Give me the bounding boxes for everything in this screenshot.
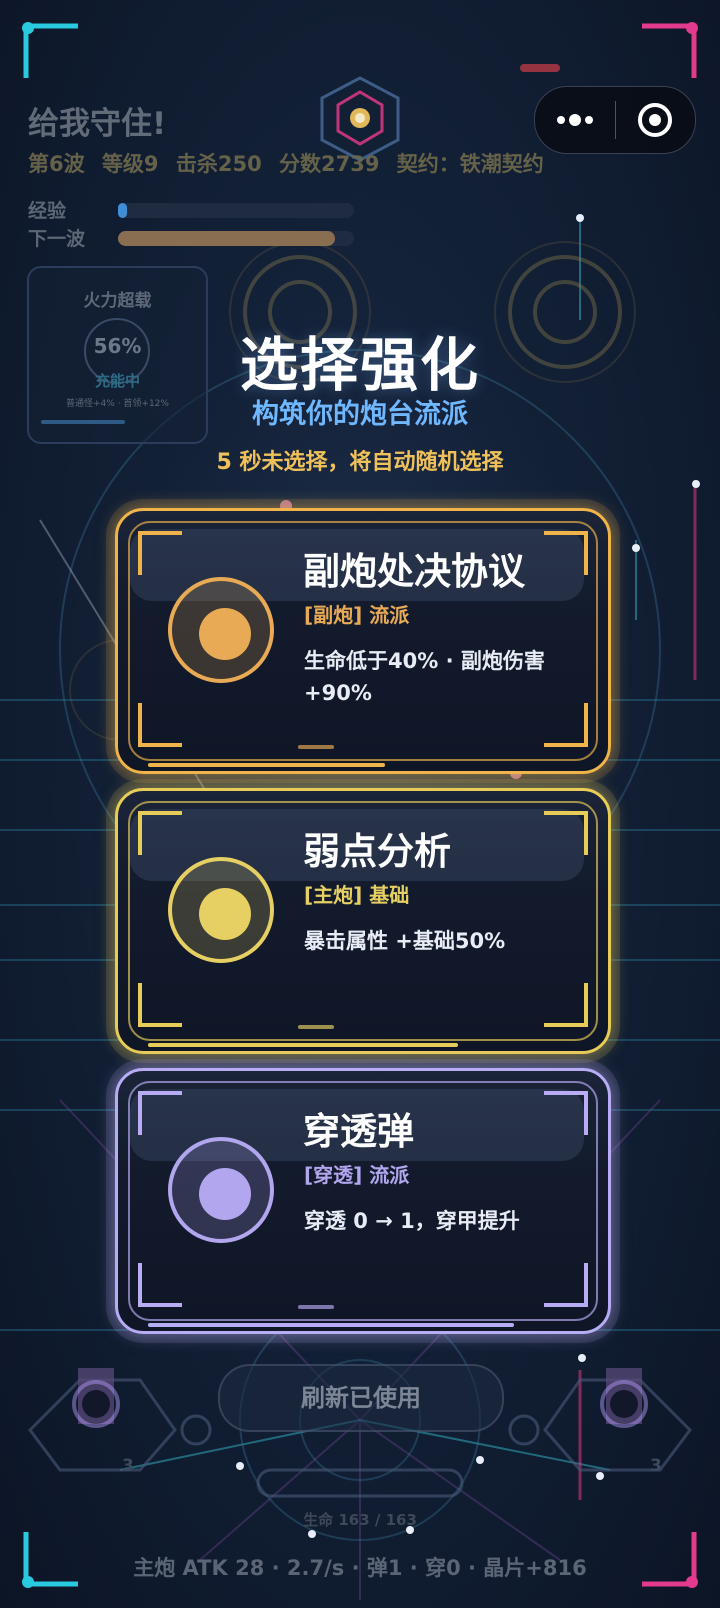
card-corner: [544, 1263, 588, 1307]
upgrade-card-weak-point-analysis[interactable]: 弱点分析 [主炮] 基础 暴击属性 +基础50%: [115, 788, 611, 1054]
card-corner: [544, 703, 588, 747]
next-wave-label: 下一波: [28, 228, 86, 250]
corner-bracket-top-left: [22, 22, 78, 78]
game-stage: 给我守住! 第6波 等级9 击杀250 分数2739 契约：铁潮契约 经验 下一…: [0, 0, 720, 1608]
upgrade-title: 选择强化: [239, 331, 480, 399]
card-tag: [主炮] 基础: [304, 883, 410, 907]
bottom-stats: 主炮 ATK 28 · 2.7/s · 弹1 · 穿0 · 晶片+816: [133, 1556, 587, 1580]
corner-bracket-top-right: [642, 22, 698, 78]
card-name: 弱点分析: [303, 830, 451, 873]
player-level: 等级9: [101, 152, 159, 176]
kill-count: 击杀250: [175, 152, 262, 176]
card-progress: [148, 1323, 514, 1327]
card-corner: [138, 531, 182, 575]
card-dash: [298, 1305, 334, 1309]
card-description: 生命低于40% · 副炮伤害 +90%: [304, 649, 545, 705]
upgrade-subtitle: 构筑你的炮台流派: [252, 399, 468, 430]
fire-panel-title: 火力超载: [83, 291, 152, 311]
sub-cannon-orb-icon: [168, 577, 274, 683]
exp-bar: [118, 203, 354, 218]
upgrade-card-piercing-round[interactable]: 穿透弹 [穿透] 流派 穿透 0 → 1，穿甲提升: [115, 1068, 611, 1334]
target-circle-icon[interactable]: [627, 95, 683, 145]
card-corner: [544, 811, 588, 855]
card-name: 副炮处决协议: [303, 550, 525, 593]
status-line: 第6波 等级9 击杀250 分数2739 契约：铁潮契约: [28, 148, 554, 178]
card-progress: [148, 1043, 458, 1047]
more-dots-icon[interactable]: [547, 95, 603, 145]
refresh-button[interactable]: 刷新已使用: [218, 1364, 504, 1432]
card-corner: [544, 1091, 588, 1135]
next-wave-bar-fill: [118, 231, 336, 246]
card-corner: [138, 1091, 182, 1135]
card-corner: [138, 983, 182, 1027]
orb-core: [199, 888, 251, 940]
turret-level-left: 3: [122, 1456, 134, 1476]
card-progress: [148, 763, 385, 767]
card-tag: [副炮] 流派: [304, 603, 410, 627]
wave-count: 第6波: [28, 152, 85, 176]
base-hp: 生命 163 / 163: [303, 1511, 417, 1529]
card-dash: [298, 745, 334, 749]
card-corner: [138, 811, 182, 855]
pierce-orb-icon: [168, 1137, 274, 1243]
turret-level-right: 3: [650, 1456, 662, 1476]
game-title: 给我守住!: [28, 106, 167, 142]
card-corner: [544, 531, 588, 575]
exp-label: 经验: [28, 200, 67, 222]
card-tag: [穿透] 流派: [304, 1163, 410, 1187]
orb-core: [199, 608, 251, 660]
score: 分数2739: [279, 152, 380, 176]
exp-bar-fill: [118, 203, 128, 218]
card-corner: [138, 1263, 182, 1307]
miniprogram-capsule: [534, 86, 696, 154]
upgrade-card-sub-cannon-execution[interactable]: 副炮处决协议 [副炮] 流派 生命低于40% · 副炮伤害 +90%: [115, 508, 611, 774]
capsule-divider: [615, 101, 616, 139]
main-cannon-orb-icon: [168, 857, 274, 963]
card-name: 穿透弹: [303, 1110, 414, 1153]
orb-core: [199, 1168, 251, 1220]
card-description: 暴击属性 +基础50%: [304, 929, 506, 953]
card-dash: [298, 1025, 334, 1029]
card-corner: [544, 983, 588, 1027]
card-description: 穿透 0 → 1，穿甲提升: [304, 1209, 520, 1233]
contract: 契约：铁潮契约: [396, 152, 544, 176]
card-corner: [138, 703, 182, 747]
auto-select-timer: 5 秒未选择，将自动随机选择: [216, 450, 504, 475]
next-wave-bar: [118, 231, 354, 246]
